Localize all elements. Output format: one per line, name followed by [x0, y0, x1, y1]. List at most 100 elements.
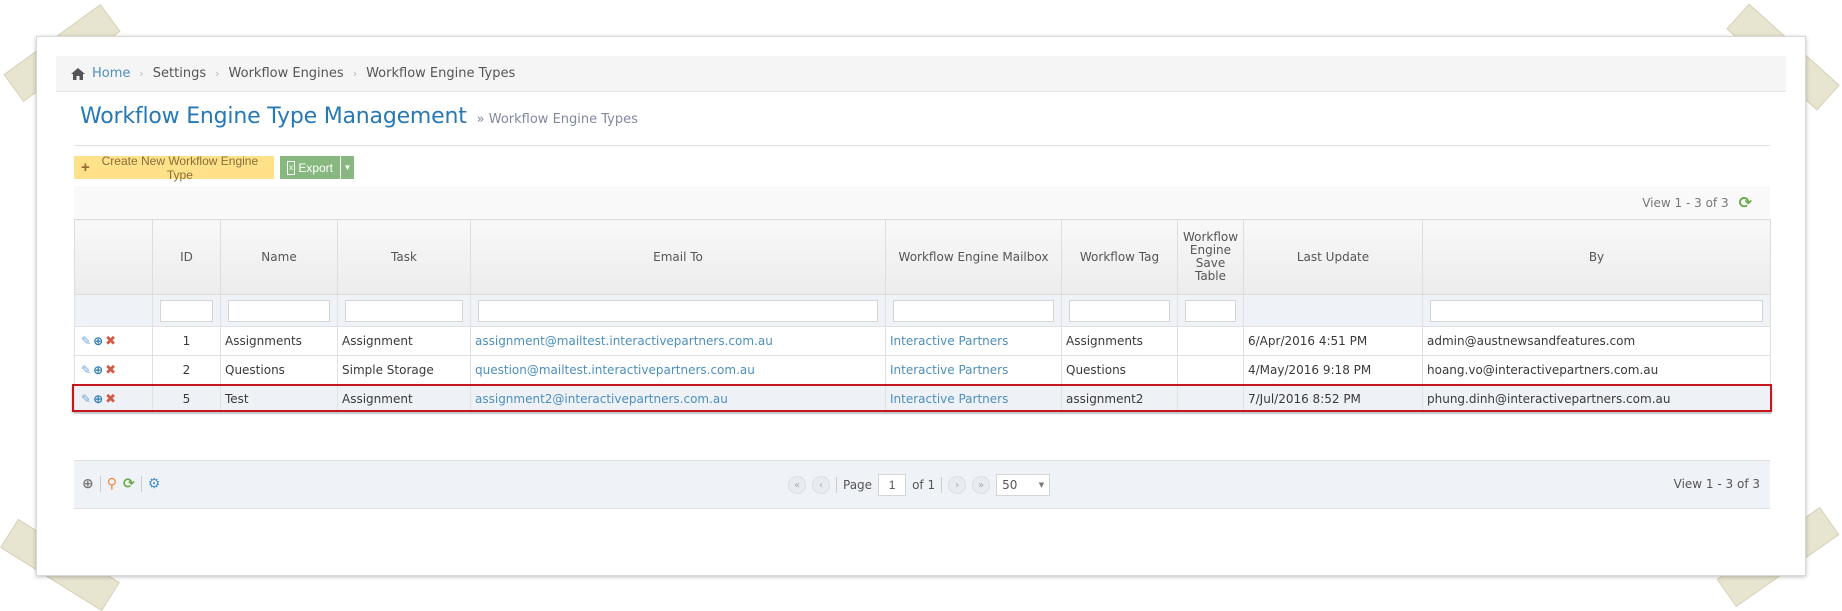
view-summary-bottom: View 1 - 3 of 3 [1673, 477, 1760, 491]
table-row-selected[interactable]: ✎ ⊕ ✖ 5 Test Assignment assignment2@inte… [74, 384, 1771, 414]
breadcrumb-separator: › [352, 67, 358, 80]
cell-email-to-link[interactable]: assignment@mailtest.interactivepartners.… [475, 334, 773, 348]
last-page-button[interactable]: » [972, 476, 991, 494]
filter-by-input[interactable] [1430, 299, 1763, 322]
page-label: Page [843, 478, 873, 492]
cell-by: admin@austnewsandfeatures.com [1422, 326, 1771, 356]
table-row[interactable]: ✎ ⊕ ✖ 2 Questions Simple Storage questio… [74, 355, 1771, 385]
breadcrumb: Home › Settings › Workflow Engines › Wor… [56, 56, 1786, 92]
first-page-button[interactable]: « [788, 476, 806, 494]
page-size-value: 50 [1002, 478, 1018, 492]
breadcrumb-settings[interactable]: Settings [153, 66, 206, 81]
cell-mailbox-link[interactable]: Interactive Partners [890, 392, 1008, 406]
find-icon[interactable]: ⚲ [107, 476, 117, 492]
view-icon[interactable]: ⊕ [93, 392, 103, 406]
filter-save-table-input[interactable] [1185, 299, 1236, 322]
filter-row [74, 294, 1771, 327]
cell-email-to-link[interactable]: question@mailtest.interactivepartners.co… [475, 363, 755, 377]
cell-last-update: 6/Apr/2016 4:51 PM [1243, 326, 1423, 356]
cell-task: Assignment [337, 326, 471, 356]
export-dropdown-button[interactable]: ▼ [340, 156, 354, 179]
delete-icon[interactable]: ✖ [105, 392, 116, 407]
create-workflow-engine-type-button[interactable]: + Create New Workflow Engine Type [74, 153, 274, 182]
workflow-engine-types-table: ID Name Task Email To Workflow Engine Ma… [74, 219, 1771, 414]
grid-caption: View 1 - 3 of 3 ⟳ [74, 186, 1770, 219]
column-header-workflow-tag[interactable]: Workflow Tag [1061, 219, 1178, 295]
table-row[interactable]: ✎ ⊕ ✖ 1 Assignments Assignment assignmen… [74, 326, 1771, 356]
filter-name-input[interactable] [228, 299, 330, 322]
cell-id: 5 [152, 384, 221, 414]
page-size-select[interactable]: 50 ▼ [996, 474, 1051, 496]
filter-id-input[interactable] [160, 299, 213, 322]
breadcrumb-workflow-engines[interactable]: Workflow Engines [229, 66, 344, 81]
view-icon[interactable]: ⊕ [93, 363, 103, 377]
cell-save-table [1177, 384, 1244, 414]
cell-last-update: 7/Jul/2016 8:52 PM [1243, 384, 1423, 414]
refresh-icon[interactable]: ⟳ [1739, 193, 1752, 212]
breadcrumb-separator: › [215, 67, 220, 80]
divider [941, 477, 943, 493]
toolbar: + Create New Workflow Engine Type x Expo… [74, 153, 354, 182]
search-icon[interactable]: ⊕ [82, 476, 94, 492]
cell-task: Assignment [337, 384, 471, 414]
cell-save-table [1177, 355, 1244, 385]
pager-navigation: « ‹ Page of 1 › » 50 ▼ [788, 474, 1051, 496]
view-summary-top: View 1 - 3 of 3 [1642, 195, 1729, 210]
column-header-save-table[interactable]: Workflow Engine Save Table [1177, 219, 1244, 295]
divider [836, 477, 837, 493]
filter-email-to-input[interactable] [478, 299, 878, 322]
excel-icon: x [287, 160, 296, 175]
cell-by: hoang.vo@interactivepartners.com.au [1422, 355, 1771, 385]
column-header-last-update[interactable]: Last Update [1243, 219, 1423, 295]
pager: ⊕ ⚲ ⟳ ⚙ « ‹ Page of 1 › » 50 ▼ View 1 - … [74, 460, 1770, 509]
divider [99, 476, 101, 492]
column-header-id[interactable]: ID [152, 219, 221, 295]
gear-icon[interactable]: ⚙ [148, 476, 161, 492]
plus-icon: + [81, 159, 90, 176]
column-header-actions [74, 219, 153, 295]
view-icon[interactable]: ⊕ [93, 334, 103, 348]
column-header-by[interactable]: By [1422, 219, 1771, 295]
filter-cell-empty [1243, 294, 1423, 327]
prev-page-button[interactable]: ‹ [812, 476, 830, 494]
delete-icon[interactable]: ✖ [105, 363, 116, 378]
cell-email-to-link[interactable]: assignment2@interactivepartners.com.au [475, 392, 728, 406]
cell-id: 1 [152, 326, 221, 356]
breadcrumb-home[interactable]: Home [92, 66, 130, 81]
cell-id: 2 [152, 355, 221, 385]
column-header-email-to[interactable]: Email To [470, 219, 886, 295]
page-title: Workflow Engine Type Management [80, 104, 467, 129]
cell-mailbox-link[interactable]: Interactive Partners [890, 363, 1008, 377]
edit-icon[interactable]: ✎ [81, 392, 91, 406]
caret-down-icon: ▼ [343, 163, 352, 172]
cell-by: phung.dinh@interactivepartners.com.au [1422, 384, 1771, 414]
delete-icon[interactable]: ✖ [105, 334, 116, 349]
home-icon[interactable] [70, 67, 86, 81]
breadcrumb-workflow-engine-types: Workflow Engine Types [366, 66, 516, 81]
filter-workflow-tag-input[interactable] [1069, 299, 1170, 322]
filter-cell-empty [74, 294, 153, 327]
breadcrumb-separator: › [139, 67, 144, 80]
cell-workflow-tag: Assignments [1061, 326, 1178, 356]
edit-icon[interactable]: ✎ [81, 334, 91, 348]
divider [140, 476, 142, 492]
create-button-label: Create New Workflow Engine Type [101, 153, 259, 182]
export-button-label: Export [298, 160, 333, 175]
cell-name: Questions [220, 355, 338, 385]
cell-mailbox-link[interactable]: Interactive Partners [890, 334, 1008, 348]
filter-task-input[interactable] [345, 299, 463, 322]
cell-task: Simple Storage [337, 355, 471, 385]
edit-icon[interactable]: ✎ [81, 363, 91, 377]
page-number-input[interactable] [878, 474, 907, 496]
cell-workflow-tag: assignment2 [1061, 384, 1178, 414]
column-header-task[interactable]: Task [337, 219, 471, 295]
pager-actions: ⊕ ⚲ ⟳ ⚙ [82, 476, 160, 492]
filter-mailbox-input[interactable] [893, 299, 1054, 322]
cell-name: Test [220, 384, 338, 414]
refresh-icon[interactable]: ⟳ [123, 476, 135, 492]
column-header-mailbox[interactable]: Workflow Engine Mailbox [885, 219, 1062, 295]
next-page-button[interactable]: › [948, 476, 967, 494]
export-button[interactable]: x Export [280, 156, 340, 179]
cell-last-update: 4/May/2016 9:18 PM [1243, 355, 1423, 385]
column-header-name[interactable]: Name [220, 219, 338, 295]
